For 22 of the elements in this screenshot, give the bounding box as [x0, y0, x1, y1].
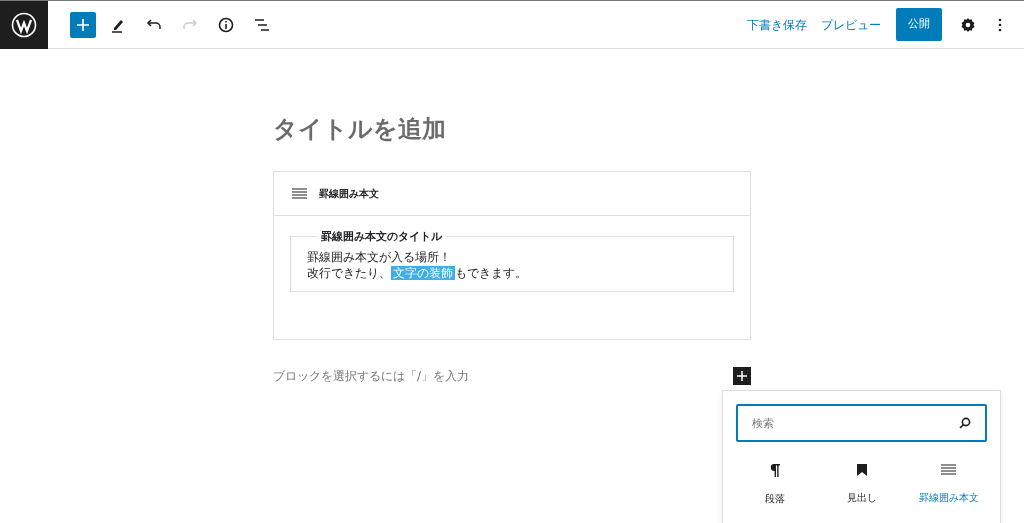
- bookmark-icon: [856, 464, 867, 476]
- publish-button[interactable]: 公開: [896, 8, 942, 41]
- plus-icon: [737, 371, 747, 381]
- body-text[interactable]: 改行できたり、 文字の装飾 もできます。: [307, 265, 717, 281]
- post-title-placeholder[interactable]: タイトルを追加: [273, 111, 751, 147]
- wordpress-logo[interactable]: [0, 0, 48, 49]
- save-draft-link[interactable]: 下書き保存: [740, 9, 814, 40]
- box-title[interactable]: 罫線囲み本文のタイトル: [317, 231, 446, 242]
- plus-icon[interactable]: [70, 11, 96, 38]
- lines-icon: [292, 187, 307, 200]
- search-icon[interactable]: [959, 417, 971, 429]
- add-block-button[interactable]: [733, 367, 751, 385]
- lines-icon: [941, 464, 956, 476]
- block-type-item[interactable]: 段落: [732, 464, 817, 506]
- block-type-item[interactable]: 罫線囲み本文: [906, 464, 991, 506]
- search-field[interactable]: 検索: [736, 404, 987, 442]
- pilcrow-icon: [769, 464, 780, 477]
- block-type-item[interactable]: 見出し: [819, 464, 904, 506]
- preview-link[interactable]: プレビュー: [814, 9, 888, 40]
- body-text[interactable]: 罫線囲み本文が入る場所！: [307, 249, 717, 265]
- block-appender-placeholder[interactable]: ブロックを選択するには「/」を入力: [273, 367, 470, 385]
- block-name: 罫線囲み本文: [319, 187, 379, 201]
